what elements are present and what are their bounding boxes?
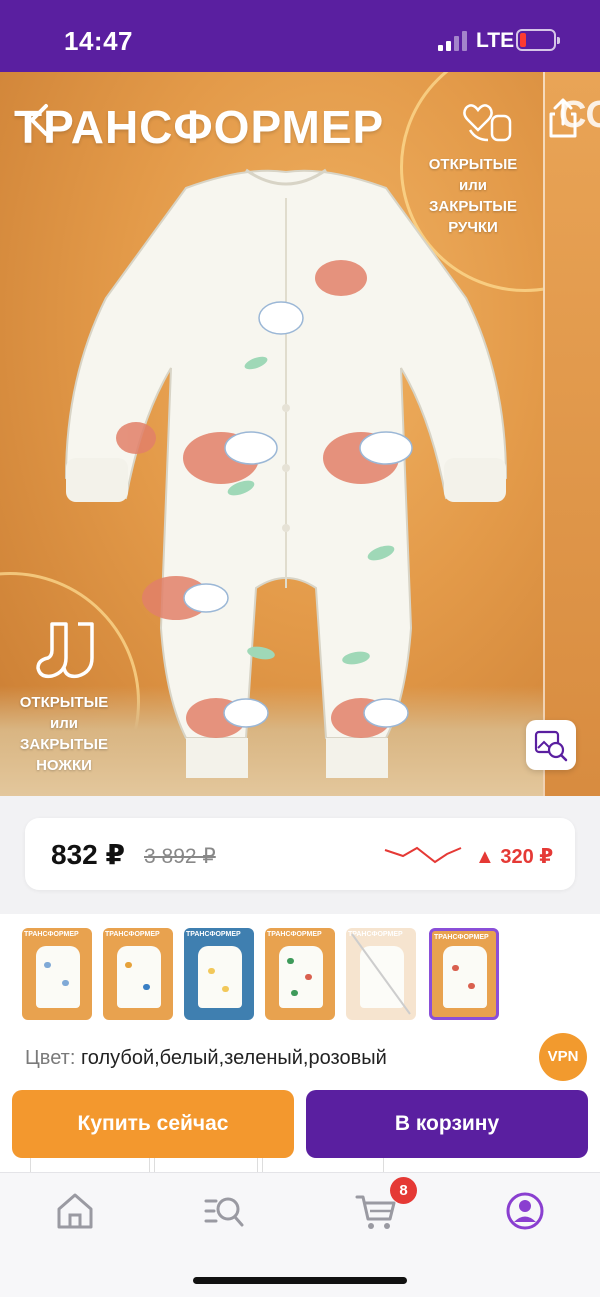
caption-hands: ОТКРЫТЫЕ или ЗАКРЫТЫЕ РУЧКИ xyxy=(418,154,528,238)
next-image-peek[interactable]: СО xyxy=(543,72,600,796)
thumb-title: ТРАНСФОРМЕР xyxy=(186,931,241,938)
price-history-sparkline[interactable] xyxy=(383,840,463,868)
thumb-title: ТРАНСФОРМЕР xyxy=(24,931,79,938)
image-search-icon xyxy=(534,730,568,762)
bodysuit-illustration xyxy=(64,168,508,778)
caption-hands-line-1: ОТКРЫТЫЕ xyxy=(428,156,518,173)
add-to-cart-button[interactable]: В корзину xyxy=(306,1090,588,1158)
old-price: 3 892 ₽ xyxy=(144,845,216,868)
signal-icon xyxy=(438,31,468,51)
share-icon[interactable] xyxy=(545,96,581,140)
socks-icon xyxy=(36,622,94,679)
home-indicator[interactable] xyxy=(193,1277,407,1284)
hearts-hands-icon xyxy=(463,104,512,142)
thumb-title: ТРАНСФОРМЕР xyxy=(434,934,489,941)
caption-hands-line-4: РУЧКИ xyxy=(448,219,498,236)
variant-thumbnails: ТРАНСФОРМЕР ТРАНСФОРМЕР ТРАНСФОРМЕР ТРАН… xyxy=(0,914,600,1034)
cart-count-badge: 8 xyxy=(390,1177,417,1204)
price-card[interactable]: 832 ₽ 3 892 ₽ ▲ 320 ₽ xyxy=(25,818,575,890)
profile-icon[interactable] xyxy=(503,1189,547,1233)
catalog-search-icon[interactable] xyxy=(202,1189,246,1233)
hero-title: ТРАНСФОРМЕР xyxy=(14,101,385,153)
unavailable-strike-icon xyxy=(351,933,411,1015)
chevron-left-icon[interactable] xyxy=(22,100,56,140)
caption-legs-line-2: или xyxy=(50,715,78,732)
variant-thumb-4[interactable]: ТРАНСФОРМЕР xyxy=(265,928,335,1020)
color-label: Цвет: xyxy=(25,1047,76,1069)
variant-thumb-6[interactable]: ТРАНСФОРМЕР xyxy=(429,928,499,1020)
price-section: 832 ₽ 3 892 ₽ ▲ 320 ₽ xyxy=(0,796,600,914)
network-label: LTE xyxy=(476,29,515,52)
caption-hands-line-3: ЗАКРЫТЫЕ xyxy=(429,198,517,215)
home-icon[interactable] xyxy=(53,1189,97,1233)
variant-thumb-1[interactable]: ТРАНСФОРМЕР xyxy=(22,928,92,1020)
vpn-badge[interactable]: VPN xyxy=(539,1033,587,1081)
variant-thumb-2[interactable]: ТРАНСФОРМЕР xyxy=(103,928,173,1020)
caption-legs-line-3: ЗАКРЫТЫЕ xyxy=(20,736,108,753)
color-info: Цвет: голубой,белый,зеленый,розовый xyxy=(25,1047,387,1070)
color-value: голубой,белый,зеленый,розовый xyxy=(80,1047,387,1069)
caption-legs-line-1: ОТКРЫТЫЕ xyxy=(19,694,109,711)
thumb-title: ТРАНСФОРМЕР xyxy=(267,931,322,938)
price-change: ▲ 320 ₽ xyxy=(475,846,554,868)
variant-thumb-3[interactable]: ТРАНСФОРМЕР xyxy=(184,928,254,1020)
caption-hands-line-2: или xyxy=(459,177,487,194)
status-time: 14:47 xyxy=(64,26,133,56)
battery-icon xyxy=(516,29,560,51)
variant-thumb-5[interactable]: ТРАНСФОРМЕР xyxy=(346,928,416,1020)
caption-legs: ОТКРЫТЫЕ или ЗАКРЫТЫЕ НОЖКИ xyxy=(8,692,120,776)
current-price: 832 ₽ xyxy=(51,839,125,870)
caption-legs-line-4: НОЖКИ xyxy=(36,757,92,774)
image-search-button[interactable] xyxy=(526,720,576,770)
buy-now-button[interactable]: Купить сейчас xyxy=(12,1090,294,1158)
product-image-gallery[interactable]: СО ТРАНСФОРМЕР xyxy=(0,72,600,796)
status-bar: 14:47 LTE xyxy=(0,0,600,72)
thumb-title: ТРАНСФОРМЕР xyxy=(105,931,160,938)
